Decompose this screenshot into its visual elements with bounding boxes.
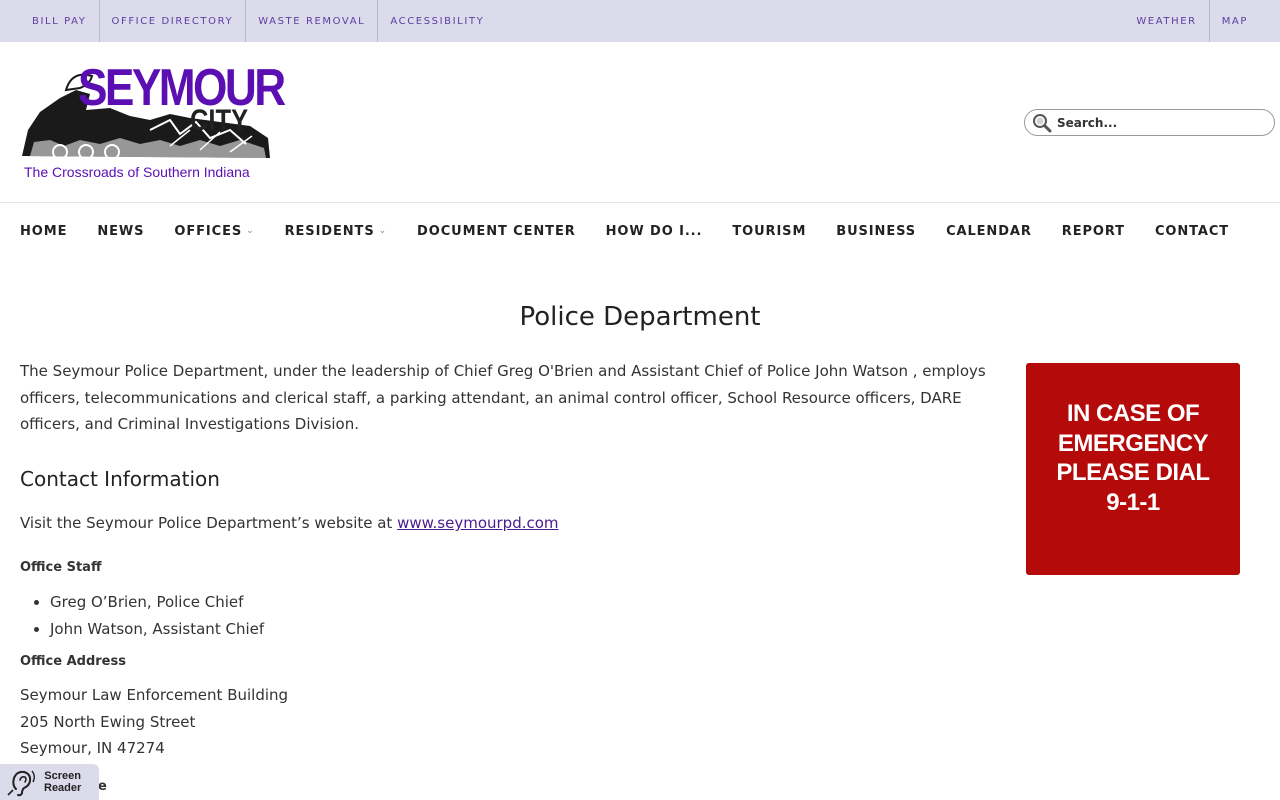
utility-link-weather[interactable]: WEATHER [1124,0,1210,42]
nav-item-how-do-i[interactable]: HOW DO I... [606,224,703,239]
intro-paragraph: The Seymour Police Department, under the… [20,362,986,433]
screen-reader-line1: Screen [44,770,81,782]
nav-item-label: RESIDENTS [284,223,375,239]
utility-bar: BILL PAY OFFICE DIRECTORY WASTE REMOVAL … [0,0,1280,42]
utility-link-waste-removal[interactable]: WASTE REMOVAL [246,0,379,42]
nav-item-label: HOME [20,223,68,239]
logo-title: SEYMOUR [78,59,286,117]
list-item: John Watson, Assistant Chief [50,616,264,643]
header-divider [0,202,1280,203]
chevron-down-icon: ⌄ [246,226,255,236]
nav-item-label: OFFICES [174,223,243,239]
ear-icon [7,770,35,797]
screen-reader-line2: Reader [44,782,82,794]
nav-item-contact[interactable]: CONTACT [1155,224,1229,239]
visit-text: Visit the Seymour Police Department’s we… [20,514,398,532]
nav-item-news[interactable]: NEWS [97,224,144,239]
office-staff-list: Greg O’Brien, Police Chief John Watson, … [50,589,264,643]
address-line: 205 North Ewing Street [20,712,196,731]
nav-item-label: DOCUMENT CENTER [417,223,576,239]
office-staff-label: Office Staff [20,560,102,575]
list-item: Greg O’Brien, Police Chief [50,589,264,616]
page-title: Police Department [519,302,761,332]
nav-item-calendar[interactable]: CALENDAR [946,224,1032,239]
chevron-down-icon: ⌄ [378,226,388,236]
emergency-callout: IN CASE OF EMERGENCY PLEASE DIAL 9-1-1 [1026,363,1240,575]
nav-item-tourism[interactable]: TOURISM [732,224,806,239]
nav-item-residents[interactable]: RESIDENTS ⌄ [285,224,387,239]
nav-item-label: REPORT [1061,223,1125,239]
screen-reader-button[interactable]: Screen Reader [0,764,99,800]
nav-item-label: BUSINESS [836,223,917,239]
utility-link-bill-pay[interactable]: BILL PAY [20,0,100,42]
search-input[interactable] [1057,115,1257,130]
nav-item-business[interactable]: BUSINESS [836,224,916,239]
visit-website-text: Visit the Seymour Police Department’s we… [20,514,559,532]
nav-item-home[interactable]: HOME [20,224,67,239]
utility-nav-left: BILL PAY OFFICE DIRECTORY WASTE REMOVAL … [20,0,496,42]
nav-item-offices[interactable]: OFFICES ⌄ [174,224,254,239]
utility-link-map[interactable]: MAP [1210,0,1260,42]
nav-item-label: TOURISM [732,223,807,239]
nav-item-report[interactable]: REPORT [1062,224,1125,239]
utility-nav-right: WEATHER MAP [1124,0,1260,42]
logo-tagline: The Crossroads of Southern Indiana [24,164,250,180]
office-address-label: Office Address [20,654,126,669]
search-box [1024,109,1275,136]
nav-item-label: CALENDAR [946,223,1032,239]
nav-item-document-center[interactable]: DOCUMENT CENTER [417,224,576,239]
police-website-link[interactable]: www.seymourpd.com [397,514,558,532]
site-logo[interactable]: SEYMOUR CITY The Crossroads of Southern … [20,60,286,184]
address-line: Seymour Law Enforcement Building [20,686,289,704]
utility-link-accessibility[interactable]: ACCESSIBILITY [378,0,496,42]
main-nav: HOME NEWS OFFICES ⌄ RESIDENTS ⌄ DOCUMENT C… [20,218,1259,244]
nav-item-label: NEWS [97,223,145,239]
office-address: Seymour Law Enforcement Building 205 Nor… [20,682,288,762]
nav-item-label: HOW DO I... [605,223,703,239]
address-line: Seymour, IN 47274 [20,739,165,757]
contact-heading: Contact Information [20,467,220,491]
emergency-text: IN CASE OF EMERGENCY PLEASE DIAL 9-1-1 [1056,400,1210,516]
nav-item-label: CONTACT [1154,223,1230,239]
logo-subtitle: CITY [190,104,249,137]
search-icon[interactable] [1031,112,1053,134]
utility-link-office-directory[interactable]: OFFICE DIRECTORY [100,0,247,42]
phone-label-partial: e [98,779,107,794]
screen-reader-label: Screen Reader [44,770,81,794]
